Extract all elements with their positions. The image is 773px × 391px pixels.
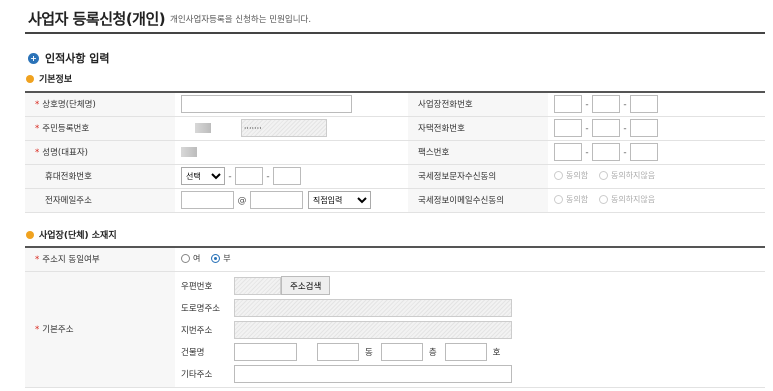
fax-part1[interactable] xyxy=(554,143,582,161)
same-address-label: * 주소지 동일여부 xyxy=(25,247,175,272)
same-address-no-radio[interactable]: 부 xyxy=(211,253,231,264)
page-subtitle: 개인사업자등록을 신청하는 민원입니다. xyxy=(170,15,312,25)
table-row: * 성명(대표자) 팩스번호 -- xyxy=(25,140,765,165)
other-address-input[interactable] xyxy=(234,364,512,383)
mobile-part3[interactable] xyxy=(273,167,301,185)
same-address-yes-radio[interactable]: 여 xyxy=(181,253,200,264)
lot-address-input xyxy=(234,320,512,339)
trade-name-label: * 상호명(단체명) xyxy=(25,92,175,117)
mobile-label: 휴대전화번호 xyxy=(25,164,175,189)
biz-phone-label: 사업장전화번호 xyxy=(408,92,548,117)
road-address-input xyxy=(234,298,512,317)
email-domain-input[interactable] xyxy=(250,191,303,209)
dong-input[interactable] xyxy=(317,342,359,361)
biz-phone-part3[interactable] xyxy=(630,95,658,114)
table-row: * 상호명(단체명) 사업장전화번호 -- xyxy=(25,92,765,117)
sms-consent-yes-radio[interactable]: 동의함 xyxy=(554,170,588,181)
fax-part2[interactable] xyxy=(592,143,620,161)
at-sign: @ xyxy=(237,195,247,206)
masked-resident-front xyxy=(195,123,211,133)
postal-code-input xyxy=(234,276,281,295)
fax-part3[interactable] xyxy=(630,143,658,161)
table-row: * 주소지 동일여부 여 부 xyxy=(25,247,765,272)
masked-name xyxy=(181,146,197,157)
basic-info-label: 기본정보 xyxy=(39,75,73,85)
basic-info-heading: 기본정보 xyxy=(26,72,72,85)
floor-input[interactable] xyxy=(380,342,423,361)
dong-unit: 동 xyxy=(365,347,373,358)
email-label: 전자메일주소 xyxy=(25,188,175,213)
email-domain-select[interactable]: 직접입력 xyxy=(307,191,371,209)
home-phone-part1[interactable] xyxy=(554,119,582,137)
email-consent-no-radio[interactable]: 동의하지않음 xyxy=(598,194,655,205)
email-id-input[interactable] xyxy=(181,191,234,209)
page-title: 사업자 등록신청(개인) xyxy=(28,10,166,28)
table-row: 휴대전화번호 선택 - - 국세정보문자수신동의 동의함 동의하지않음 xyxy=(25,164,765,189)
email-consent-label: 국세정보이메일수신동의 xyxy=(408,188,548,213)
road-address-label: 도로명주소 xyxy=(181,303,221,314)
ho-input[interactable] xyxy=(444,342,487,361)
base-address-label: * 기본주소 xyxy=(25,271,175,388)
basic-info-table: *상호명(단체명) 사업장전화번호 -- *주민등록번호 자택전화번호 -- *… xyxy=(25,91,765,213)
sms-consent-label: 국세정보문자수신동의 xyxy=(408,164,548,189)
biz-phone-part2[interactable] xyxy=(592,95,620,114)
plus-circle-icon: + xyxy=(28,52,39,64)
home-phone-part3[interactable] xyxy=(630,119,658,137)
address-search-button[interactable]: 주소검색 xyxy=(281,276,331,295)
mobile-part2[interactable] xyxy=(235,167,263,185)
table-row: * 기본주소 우편번호 주소검색 도로명주소 지번주소 건물명 동 층 호 기타… xyxy=(25,271,765,388)
other-address-label: 기타주소 xyxy=(181,369,213,380)
bullet-icon xyxy=(26,230,34,239)
table-row: 전자메일주소 @ 직접입력 국세정보이메일수신동의 동의함 동의하지않음 xyxy=(25,188,765,213)
bullet-icon xyxy=(26,74,34,83)
location-table: * 주소지 동일여부 여 부 * 기본주소 우편번호 주소검색 도로명주소 지번주소… xyxy=(25,246,765,388)
lot-address-label: 지번주소 xyxy=(181,325,213,336)
sms-consent-no-radio[interactable]: 동의하지않음 xyxy=(598,170,655,181)
home-phone-part2[interactable] xyxy=(592,119,620,137)
home-phone-label: 자택전화번호 xyxy=(408,116,548,141)
name-label: * 성명(대표자) xyxy=(25,140,175,165)
resident-no-back-input xyxy=(240,119,327,137)
title-divider xyxy=(25,32,765,34)
email-consent-yes-radio[interactable]: 동의함 xyxy=(554,194,588,205)
building-name-input[interactable] xyxy=(234,342,297,361)
section-title-label: 인적사항 입력 xyxy=(45,52,110,65)
location-label: 사업장(단체) 소재지 xyxy=(39,231,117,241)
mobile-prefix-select[interactable]: 선택 xyxy=(181,167,225,185)
resident-no-label: * 주민등록번호 xyxy=(25,116,175,141)
fax-label: 팩스번호 xyxy=(408,140,548,165)
trade-name-input[interactable] xyxy=(181,95,352,114)
floor-unit: 층 xyxy=(428,347,437,358)
ho-unit: 호 xyxy=(492,347,501,358)
postal-code-label: 우편번호 xyxy=(181,281,213,292)
location-heading: 사업장(단체) 소재지 xyxy=(26,228,117,241)
table-row: *주민등록번호 자택전화번호 -- xyxy=(25,116,765,141)
building-label: 건물명 xyxy=(181,347,205,358)
biz-phone-part1[interactable] xyxy=(554,95,582,114)
section-title: + 인적사항 입력 xyxy=(28,50,110,66)
